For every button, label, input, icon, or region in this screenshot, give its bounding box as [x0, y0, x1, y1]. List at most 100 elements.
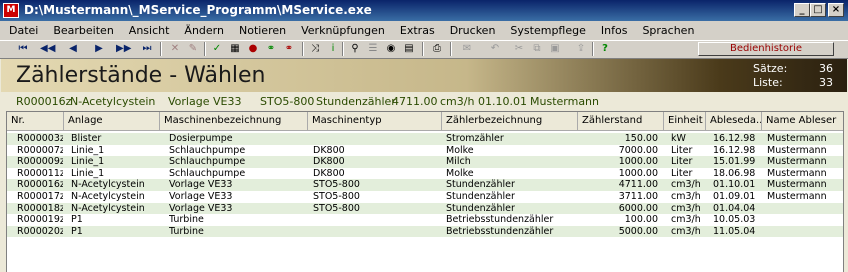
- column-header-stand[interactable]: Zählerstand: [578, 112, 664, 130]
- cell-maschine: Schlauchpumpe: [169, 167, 246, 179]
- menu-bar: Datei Bearbeiten Ansicht Ändern Notieren…: [0, 21, 848, 40]
- list-icon[interactable]: ☰: [366, 42, 380, 56]
- cell-einheit: cm3/h: [671, 214, 701, 226]
- cell-datum: 10.05.03: [713, 214, 756, 226]
- column-header-anlage[interactable]: Anlage: [64, 112, 160, 130]
- column-header-datum[interactable]: Ablesedа...: [706, 112, 762, 130]
- table-row[interactable]: R000020z P1 Turbine Betriebsstundenzähler 50…: [7, 225, 843, 238]
- branch-icon[interactable]: ⤨: [308, 42, 322, 56]
- print-icon[interactable]: ⎙: [430, 42, 444, 56]
- cell-stand: 5000.00: [618, 225, 658, 237]
- table-body: R000003z Blister Dosierpumpe Stromzähler 150…: [7, 133, 843, 238]
- window-title: D:\Mustermann\_MService_Programm\MServic…: [24, 3, 372, 17]
- column-header-typ[interactable]: Maschinentyp: [308, 112, 442, 130]
- last-record-icon[interactable]: ⏭: [140, 42, 154, 56]
- column-header-zaehler[interactable]: Zählerbezeichnung: [442, 112, 578, 130]
- menu-ansicht[interactable]: Ansicht: [120, 24, 176, 37]
- menu-verknuepfungen[interactable]: Verknüpfungen: [292, 24, 391, 37]
- cell-typ: DK800: [313, 167, 345, 179]
- table-row[interactable]: R000016z N-Acetylcystein Vorlage VE33 STO5-…: [7, 179, 843, 191]
- cell-zaehler: Betriebsstundenzähler: [446, 225, 554, 237]
- table-row[interactable]: R000019z P1 Turbine Betriebsstundenzähler 10…: [7, 214, 843, 226]
- menu-notieren[interactable]: Notieren: [230, 24, 292, 37]
- help-icon[interactable]: ?: [598, 42, 612, 56]
- toolbar-divider: [450, 42, 452, 56]
- mail-icon[interactable]: ✉: [460, 42, 474, 56]
- history-button[interactable]: Bedienhistorie: [698, 42, 834, 56]
- table-row[interactable]: R000003z Blister Dosierpumpe Stromzähler 150…: [7, 133, 843, 145]
- cell-ableser: Mustermann: [767, 190, 827, 202]
- cell-stand: 1000.00: [618, 156, 658, 168]
- column-header-einheit[interactable]: Einheit: [664, 112, 706, 130]
- menu-aendern[interactable]: Ändern: [175, 24, 230, 37]
- meter-readings-table[interactable]: Nr. Anlage Maschinenbezeichnung Maschine…: [6, 111, 844, 272]
- record-icon[interactable]: ●: [246, 42, 260, 56]
- confirm-icon[interactable]: ✓: [210, 42, 224, 56]
- edit-link-icon[interactable]: ⚭: [282, 42, 296, 56]
- cell-einheit: Liter: [671, 167, 693, 179]
- link-icon[interactable]: ⚭: [264, 42, 278, 56]
- selected-einheit: cm3/h: [440, 95, 475, 108]
- undo-icon[interactable]: ↶: [488, 42, 502, 56]
- binoculars-icon[interactable]: ⚲: [348, 42, 362, 56]
- info-icon[interactable]: i: [326, 42, 340, 56]
- menu-systempflege[interactable]: Systempflege: [501, 24, 591, 37]
- table-row[interactable]: R000017z N-Acetylcystein Vorlage VE33 STO5-…: [7, 191, 843, 203]
- copy-icon[interactable]: ⧉: [530, 42, 544, 56]
- menu-extras[interactable]: Extras: [391, 24, 441, 37]
- menu-sprachen[interactable]: Sprachen: [633, 24, 700, 37]
- cell-maschine: Schlauchpumpe: [169, 156, 246, 168]
- toolbar-divider: [342, 42, 344, 56]
- header-banner: Zählerstände - Wählen Sätze: 36 Liste: 33: [1, 59, 847, 92]
- cell-zaehler: Stundenzähler: [446, 179, 515, 191]
- delete-icon[interactable]: ✕: [168, 42, 182, 56]
- undo-edit-icon[interactable]: ✎: [186, 42, 200, 56]
- export-icon[interactable]: ⇪: [574, 42, 588, 56]
- cut-icon[interactable]: ✂: [512, 42, 526, 56]
- cell-maschine: Schlauchpumpe: [169, 144, 246, 156]
- close-icon[interactable]: ×: [828, 3, 844, 17]
- menu-infos[interactable]: Infos: [592, 24, 634, 37]
- maximize-icon[interactable]: □: [810, 3, 826, 17]
- column-header-ableser[interactable]: Name Ableser: [762, 112, 843, 130]
- cell-ableser: Mustermann: [767, 133, 827, 144]
- menu-bearbeiten[interactable]: Bearbeiten: [44, 24, 119, 37]
- page-forward-icon[interactable]: ▶▶: [116, 42, 131, 56]
- view-icon[interactable]: ◉: [384, 42, 398, 56]
- cell-nr: R000020z: [17, 225, 63, 237]
- menu-datei[interactable]: Datei: [0, 24, 44, 37]
- toolbar-divider: [592, 42, 594, 56]
- cell-einheit: cm3/h: [671, 225, 701, 237]
- previous-icon[interactable]: ◀: [66, 42, 80, 56]
- app-icon[interactable]: M: [3, 3, 19, 18]
- column-header-maschine[interactable]: Maschinenbezeichnung: [160, 112, 308, 130]
- table-row[interactable]: R000009z Linie_1 Schlauchpumpe DK800 Milch 10…: [7, 156, 843, 168]
- cell-datum: 01.10.01: [713, 179, 756, 191]
- current-selection: R000016z N-Acetylcystein Vorlage VE33 ST…: [0, 92, 848, 110]
- cell-nr: R000017z: [17, 190, 63, 202]
- liste-label: Liste:: [753, 76, 783, 89]
- cell-anlage: N-Acetylcystein: [71, 190, 145, 202]
- cell-nr: R000011z: [17, 167, 63, 179]
- cell-nr: R000016z: [17, 179, 63, 191]
- cell-anlage: Blister: [71, 133, 102, 144]
- next-icon[interactable]: ▶: [92, 42, 106, 56]
- menu-drucken[interactable]: Drucken: [441, 24, 502, 37]
- cell-ableser: Mustermann: [767, 156, 827, 168]
- paste-icon[interactable]: ▣: [548, 42, 562, 56]
- table-row[interactable]: R000011z Linie_1 Schlauchpumpe DK800 Molke 10…: [7, 168, 843, 180]
- table-row[interactable]: R000007z Linie_1 Schlauchpumpe DK800 Molke 70…: [7, 145, 843, 157]
- toolbar-divider: [204, 42, 206, 56]
- form-icon[interactable]: ▦: [228, 42, 242, 56]
- column-header-nr[interactable]: Nr.: [7, 112, 64, 130]
- minimize-icon[interactable]: _: [794, 3, 810, 17]
- cell-maschine: Vorlage VE33: [169, 179, 233, 191]
- page-back-icon[interactable]: ◀◀: [40, 42, 55, 56]
- columns-icon[interactable]: ▤: [402, 42, 416, 56]
- table-row[interactable]: R000018z N-Acetylcystein Vorlage VE33 STO5-…: [7, 202, 843, 215]
- selected-ableser: Mustermann: [530, 95, 600, 108]
- title-bar: M D:\Mustermann\_MService_Programm\MServ…: [0, 0, 848, 21]
- cell-datum: 11.05.04: [713, 225, 756, 237]
- first-record-icon[interactable]: ⏮: [16, 42, 30, 56]
- application-window: M D:\Mustermann\_MService_Programm\MServ…: [0, 0, 848, 272]
